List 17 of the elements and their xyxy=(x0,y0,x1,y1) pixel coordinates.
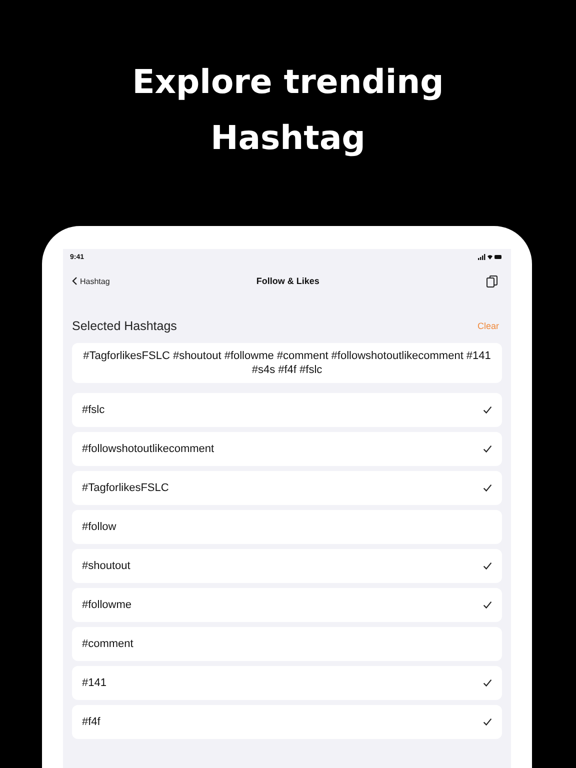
nav-title: Follow & Likes xyxy=(256,276,320,286)
selected-hashtags-text: #TagforlikesFSLC #shoutout #followme #comment #followshotoutlikecomment #141 #s4s #f4f #fslc xyxy=(72,343,502,383)
hashtag-row[interactable]: #followshotoutlikecomment xyxy=(72,432,502,466)
hashtag-row[interactable]: #follow xyxy=(72,510,502,544)
hashtag-row[interactable]: #shoutout xyxy=(72,549,502,583)
chevron-left-icon xyxy=(72,277,77,285)
headline: Explore trending Hashtag xyxy=(131,61,445,159)
hashtag-row[interactable]: #comment xyxy=(72,627,502,661)
hashtag-row[interactable]: #fslc xyxy=(72,393,502,427)
status-icons xyxy=(478,254,502,260)
hashtag-row[interactable]: #followme xyxy=(72,588,502,622)
back-button[interactable]: Hashtag xyxy=(72,276,110,286)
section-title: Selected Hashtags xyxy=(72,319,177,333)
hashtag-row[interactable]: #TagforlikesFSLC xyxy=(72,471,502,505)
hashtag-row[interactable]: #f4f xyxy=(72,705,502,739)
hashtag-row[interactable]: #141 xyxy=(72,666,502,700)
copy-icon[interactable] xyxy=(486,274,498,288)
